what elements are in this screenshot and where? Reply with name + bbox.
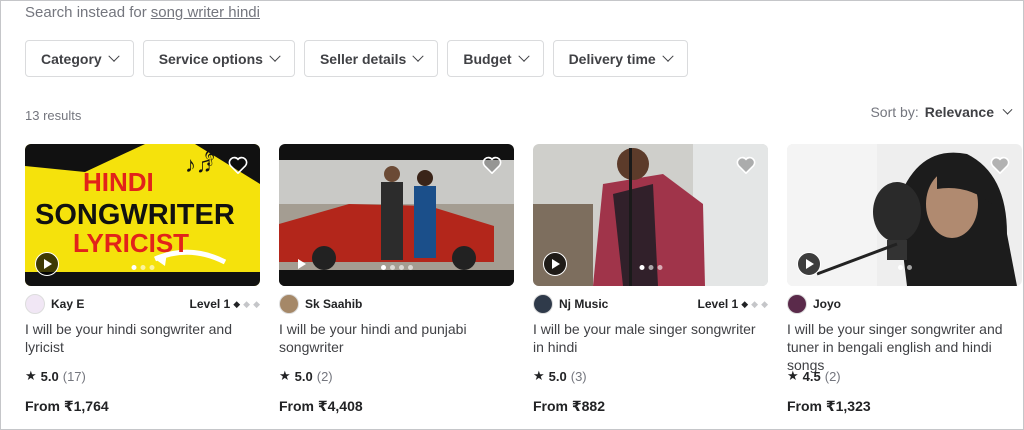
chevron-down-icon bbox=[517, 50, 530, 62]
gig-rating: ★ 5.0 (3) bbox=[533, 368, 768, 384]
gig-thumbnail[interactable]: HINDI SONGWRITER LYRICIST ♪♫ 𝄞 bbox=[25, 144, 260, 286]
carousel-dots bbox=[639, 265, 662, 270]
sort-value: Relevance bbox=[924, 104, 994, 120]
search-instead-prefix: Search instead for bbox=[25, 4, 147, 21]
filter-label: Service options bbox=[158, 50, 263, 67]
sort-dropdown[interactable]: Sort by: Relevance bbox=[870, 104, 1013, 120]
seller-name[interactable]: Sk Saahib bbox=[305, 297, 514, 311]
play-icon[interactable] bbox=[797, 252, 821, 276]
carousel-dots bbox=[131, 265, 154, 270]
search-instead: Search instead for song writer hindi bbox=[25, 4, 260, 21]
gig-rating: ★ 5.0 (17) bbox=[25, 368, 260, 384]
chevron-down-icon bbox=[108, 50, 120, 62]
rating-score: 4.5 bbox=[802, 368, 821, 384]
seller-level: Level 1 ◆ ◆ ◆ bbox=[697, 297, 768, 311]
chevron-down-icon bbox=[269, 50, 281, 62]
filter-delivery-time[interactable]: Delivery time bbox=[552, 40, 688, 77]
filter-category[interactable]: Category bbox=[25, 40, 134, 77]
gig-thumbnail[interactable] bbox=[787, 144, 1022, 286]
filter-label: Seller details bbox=[319, 50, 407, 67]
rating-score: 5.0 bbox=[548, 368, 567, 384]
seller-info: Joyo bbox=[787, 294, 1022, 314]
gig-title[interactable]: I will be your hindi songwriter and lyri… bbox=[25, 320, 260, 356]
gig-title[interactable]: I will be your male singer songwriter in… bbox=[533, 320, 768, 356]
seller-name[interactable]: Nj Music bbox=[559, 297, 698, 311]
gig-price[interactable]: From ₹1,764 bbox=[25, 398, 260, 415]
heart-icon[interactable] bbox=[990, 156, 1010, 174]
heart-icon[interactable] bbox=[736, 156, 756, 174]
carousel-dots bbox=[380, 265, 413, 270]
chevron-down-icon bbox=[1002, 104, 1013, 115]
play-icon[interactable] bbox=[543, 252, 567, 276]
star-icon: ★ bbox=[533, 368, 545, 383]
play-icon[interactable] bbox=[289, 252, 313, 276]
seller-info: Kay E Level 1 ◆ ◆ ◆ bbox=[25, 294, 260, 314]
filter-service-options[interactable]: Service options bbox=[142, 40, 295, 77]
gig-card[interactable]: HINDI SONGWRITER LYRICIST ♪♫ 𝄞 Kay E Lev… bbox=[25, 144, 260, 415]
thumb-text-2: SONGWRITER bbox=[35, 199, 235, 231]
star-icon: ★ bbox=[25, 368, 37, 383]
gig-thumbnail[interactable] bbox=[533, 144, 768, 286]
thumb-text-3: LYRICIST bbox=[73, 228, 189, 258]
gig-price[interactable]: From ₹4,408 bbox=[279, 398, 514, 415]
sort-label: Sort by: bbox=[870, 104, 919, 120]
star-icon: ★ bbox=[787, 368, 799, 383]
gig-card[interactable]: Sk Saahib I will be your hindi and punja… bbox=[279, 144, 514, 415]
seller-info: Sk Saahib bbox=[279, 294, 514, 314]
filter-label: Delivery time bbox=[568, 50, 656, 67]
star-icon: ★ bbox=[279, 368, 291, 383]
gig-card[interactable]: Joyo I will be your singer songwriter an… bbox=[787, 144, 1022, 415]
level-label: Level 1 bbox=[697, 297, 739, 311]
review-count: (2) bbox=[316, 368, 333, 384]
gig-price[interactable]: From ₹1,323 bbox=[787, 398, 1022, 415]
chevron-down-icon bbox=[662, 50, 674, 62]
thumb-text-1: HINDI bbox=[83, 167, 154, 197]
play-icon[interactable] bbox=[35, 252, 59, 276]
seller-level: Level 1 ◆ ◆ ◆ bbox=[189, 297, 260, 311]
search-instead-link[interactable]: song writer hindi bbox=[151, 4, 260, 21]
seller-info: Nj Music Level 1 ◆ ◆ ◆ bbox=[533, 294, 768, 314]
gig-price[interactable]: From ₹882 bbox=[533, 398, 768, 415]
gig-list: HINDI SONGWRITER LYRICIST ♪♫ 𝄞 Kay E Lev… bbox=[25, 144, 1022, 415]
chevron-down-icon bbox=[412, 50, 425, 62]
gig-card[interactable]: Nj Music Level 1 ◆ ◆ ◆ I will be your male … bbox=[533, 144, 768, 415]
gig-rating: ★ 5.0 (2) bbox=[279, 368, 514, 384]
filter-label: Budget bbox=[463, 50, 512, 67]
gig-title[interactable]: I will be your singer songwriter and tun… bbox=[787, 320, 1022, 373]
avatar[interactable] bbox=[533, 294, 553, 314]
review-count: (3) bbox=[570, 368, 587, 384]
rating-score: 5.0 bbox=[294, 368, 313, 384]
seller-name[interactable]: Kay E bbox=[51, 297, 190, 311]
filter-budget[interactable]: Budget bbox=[447, 40, 544, 77]
avatar[interactable] bbox=[25, 294, 45, 314]
level-label: Level 1 bbox=[189, 297, 231, 311]
seller-name[interactable]: Joyo bbox=[813, 297, 1022, 311]
gig-title[interactable]: I will be your hindi and punjabi songwri… bbox=[279, 320, 514, 356]
rating-score: 5.0 bbox=[40, 368, 59, 384]
filter-seller-details[interactable]: Seller details bbox=[303, 40, 439, 77]
results-count: 13 results bbox=[25, 108, 82, 123]
avatar[interactable] bbox=[787, 294, 807, 314]
avatar[interactable] bbox=[279, 294, 299, 314]
heart-icon[interactable] bbox=[228, 156, 248, 174]
filter-label: Category bbox=[41, 50, 102, 67]
review-count: (2) bbox=[824, 368, 841, 384]
review-count: (17) bbox=[62, 368, 86, 384]
carousel-dots bbox=[897, 265, 912, 270]
gig-thumbnail[interactable] bbox=[279, 144, 514, 286]
filter-bar: Category Service options Seller details … bbox=[25, 40, 688, 77]
svg-text:𝄞: 𝄞 bbox=[203, 144, 215, 166]
heart-icon[interactable] bbox=[482, 156, 502, 174]
